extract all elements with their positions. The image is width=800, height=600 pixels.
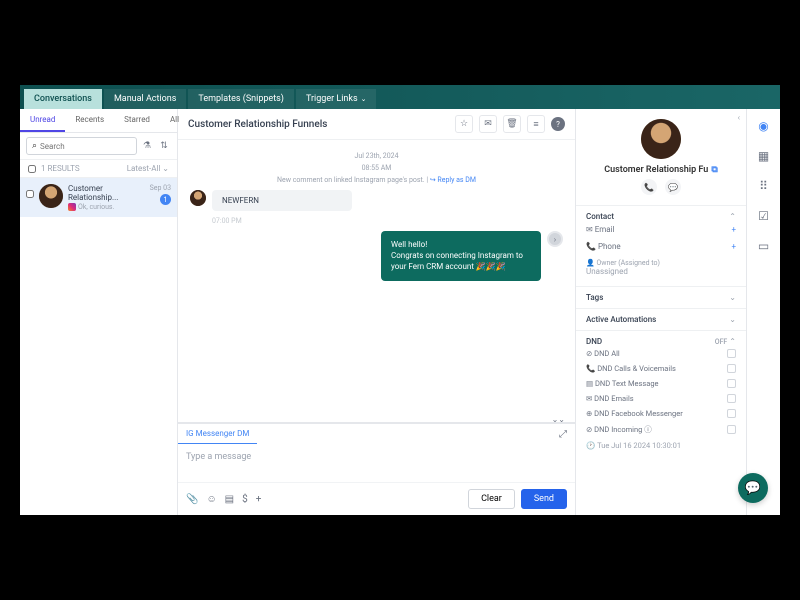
message-input[interactable]: Type a message — [178, 444, 575, 482]
instagram-icon — [68, 203, 76, 211]
top-nav: Conversations Manual Actions Templates (… — [20, 85, 780, 109]
conv-title: Customer Relationship... — [68, 184, 145, 202]
nav-tab-conversations[interactable]: Conversations — [24, 89, 102, 109]
unread-badge: 1 — [160, 194, 171, 205]
dnd-section-header[interactable]: DNDOFF ⌃ — [586, 337, 736, 346]
contact-panel: ‹ Customer Relationship Fu⧉ 📞 💬 Contact⌃… — [576, 109, 746, 515]
time-label: 07:00 PM — [212, 217, 563, 225]
filter-icon[interactable]: ⚗ — [140, 139, 154, 153]
tasks-icon[interactable]: ☑ — [755, 207, 773, 225]
search-input-wrapper[interactable]: ⌕ — [26, 137, 137, 155]
dnd-all-checkbox[interactable] — [727, 349, 736, 358]
message-bubble: NEWFERN — [212, 190, 352, 211]
composer-channel-tab[interactable]: IG Messenger DM — [178, 424, 257, 444]
inbox-button[interactable]: ✉ — [479, 115, 497, 133]
filter-recents[interactable]: Recents — [65, 109, 114, 132]
search-input[interactable] — [40, 142, 131, 151]
chevron-down-icon: ⌄ — [361, 95, 367, 103]
dnd-calls-checkbox[interactable] — [727, 364, 736, 373]
delete-button[interactable]: 🗑 — [503, 115, 521, 133]
filter-unread[interactable]: Unread — [20, 109, 65, 132]
contact-avatar — [641, 119, 681, 159]
reply-dm-link[interactable]: ↪ Reply as DM — [430, 176, 476, 184]
composer: IG Messenger DM ⤢ Type a message 📎 ☺ ▤ $… — [178, 423, 575, 515]
filter-button[interactable]: ≡ — [527, 115, 545, 133]
inbound-message: NEWFERN — [190, 190, 563, 211]
add-phone-button[interactable]: + — [731, 242, 736, 251]
clear-button[interactable]: Clear — [468, 489, 515, 509]
notes-icon[interactable]: ▭ — [755, 237, 773, 255]
help-icon[interactable]: ? — [551, 117, 565, 131]
avatar — [39, 184, 63, 208]
message-icon[interactable]: 💬 — [665, 179, 681, 195]
results-count: 1 RESULTS — [28, 164, 80, 173]
dnd-email-checkbox[interactable] — [727, 394, 736, 403]
dnd-incoming-checkbox[interactable] — [727, 425, 736, 434]
nav-tab-trigger-links[interactable]: Trigger Links⌄ — [296, 89, 377, 109]
conv-preview: Ok, curious. — [78, 203, 114, 211]
sender-avatar: › — [547, 231, 563, 247]
add-email-button[interactable]: + — [731, 225, 736, 234]
time-label: 08:55 AM — [190, 164, 563, 172]
message-bubble: Well hello! Congrats on connecting Insta… — [381, 231, 541, 281]
add-icon[interactable]: + — [256, 494, 262, 505]
dnd-fb-checkbox[interactable] — [727, 409, 736, 418]
conv-date: Sep 03 — [150, 184, 171, 192]
call-icon[interactable]: 📞 — [641, 179, 657, 195]
conv-checkbox[interactable] — [26, 190, 34, 198]
nav-tab-manual-actions[interactable]: Manual Actions — [104, 89, 186, 109]
payment-icon[interactable]: $ — [242, 494, 248, 505]
right-iconbar: ◉ ▦ ⠿ ☑ ▭ — [746, 109, 780, 515]
automations-section-header[interactable]: Active Automations⌄ — [586, 315, 736, 324]
conversation-sidebar: Unread Recents Starred All ⌕ ⚗ ⇅ 1 RESUL… — [20, 109, 178, 515]
contact-name: Customer Relationship Fu⧉ — [604, 165, 718, 175]
chat-panel: Customer Relationship Funnels ☆ ✉ 🗑 ≡ ? … — [178, 109, 576, 515]
tags-section-header[interactable]: Tags⌄ — [586, 293, 736, 302]
scroll-down-icon[interactable]: ⌄⌄ — [552, 415, 565, 424]
avatar — [190, 190, 206, 206]
contact-tab-icon[interactable]: ◉ — [755, 117, 773, 135]
outbound-message: Well hello! Congrats on connecting Insta… — [190, 231, 563, 281]
attachment-icon[interactable]: 📎 — [186, 494, 198, 505]
sort-dropdown[interactable]: Latest-All ⌄ — [127, 164, 169, 173]
select-all-checkbox[interactable] — [28, 165, 36, 173]
date-separator: Jul 23th, 2024 — [190, 152, 563, 160]
external-link-icon[interactable]: ⧉ — [711, 165, 717, 175]
system-message: New comment on linked Instagram page's p… — [190, 176, 563, 184]
search-icon: ⌕ — [32, 141, 37, 151]
contact-section-header[interactable]: Contact⌃ — [586, 212, 736, 221]
dnd-text-checkbox[interactable] — [727, 379, 736, 388]
filter-starred[interactable]: Starred — [114, 109, 160, 132]
owner-value[interactable]: Unassigned — [586, 267, 736, 276]
nav-tab-templates[interactable]: Templates (Snippets) — [188, 89, 294, 109]
emoji-icon[interactable]: ☺ — [206, 494, 216, 505]
calendar-icon[interactable]: ▦ — [755, 147, 773, 165]
opportunity-icon[interactable]: ⠿ — [755, 177, 773, 195]
chat-fab[interactable]: 💬 — [738, 473, 768, 503]
close-icon[interactable]: ‹ — [738, 113, 740, 122]
send-button[interactable]: Send — [521, 489, 567, 509]
expand-icon[interactable]: ⤢ — [551, 424, 575, 445]
sort-icon[interactable]: ⇅ — [157, 139, 171, 153]
conversation-item[interactable]: Customer Relationship... Ok, curious. Se… — [20, 178, 177, 217]
timestamp: Tue Jul 16 2024 10:30:01 — [597, 441, 681, 450]
chat-title: Customer Relationship Funnels — [188, 119, 327, 130]
star-button[interactable]: ☆ — [455, 115, 473, 133]
template-icon[interactable]: ▤ — [225, 494, 234, 505]
